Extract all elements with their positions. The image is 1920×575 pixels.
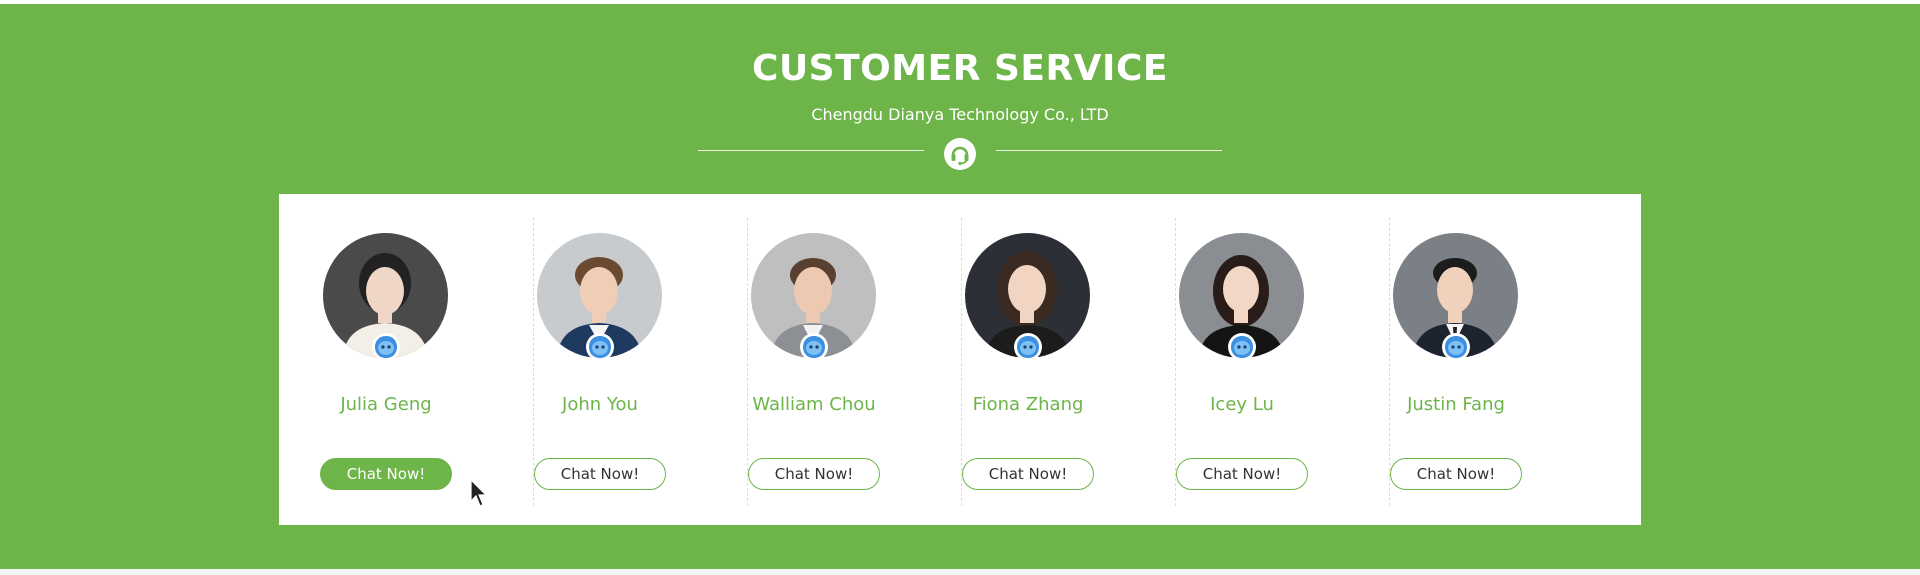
agent-card: Julia Geng Chat Now! xyxy=(279,194,493,525)
divider-line-right xyxy=(996,150,1222,151)
headset-icon xyxy=(944,138,976,170)
section-subtitle: Chengdu Dianya Technology Co., LTD xyxy=(811,105,1109,124)
agent-card: Fiona Zhang Chat Now! xyxy=(921,194,1135,525)
section-title: CUSTOMER SERVICE xyxy=(752,48,1168,89)
agent-name: John You xyxy=(562,394,638,415)
agent-card: Icey Lu Chat Now! xyxy=(1135,194,1349,525)
agent-name: Icey Lu xyxy=(1210,394,1274,415)
chat-mascot-icon xyxy=(1013,332,1043,362)
agent-name: Fiona Zhang xyxy=(972,394,1084,415)
chat-mascot-icon xyxy=(1441,332,1471,362)
chat-now-button[interactable]: Chat Now! xyxy=(534,458,666,490)
chat-now-button[interactable]: Chat Now! xyxy=(1176,458,1308,490)
agent-card: Justin Fang Chat Now! xyxy=(1349,194,1563,525)
chat-mascot-icon xyxy=(799,332,829,362)
agent-card: Walliam Chou Chat Now! xyxy=(707,194,921,525)
chat-mascot-icon xyxy=(585,332,615,362)
chat-now-button[interactable]: Chat Now! xyxy=(748,458,880,490)
chat-mascot-icon xyxy=(371,332,401,362)
agents-panel: Julia Geng Chat Now! John You Chat Now! … xyxy=(279,194,1641,525)
chat-now-button[interactable]: Chat Now! xyxy=(962,458,1094,490)
agent-name: Julia Geng xyxy=(340,394,432,415)
agent-name: Justin Fang xyxy=(1407,394,1505,415)
bottom-strip xyxy=(0,569,1920,575)
chat-mascot-icon xyxy=(1227,332,1257,362)
agent-name: Walliam Chou xyxy=(752,394,876,415)
divider-line-left xyxy=(698,150,924,151)
agent-card: John You Chat Now! xyxy=(493,194,707,525)
chat-now-button[interactable]: Chat Now! xyxy=(1390,458,1522,490)
chat-now-button[interactable]: Chat Now! xyxy=(320,458,452,490)
